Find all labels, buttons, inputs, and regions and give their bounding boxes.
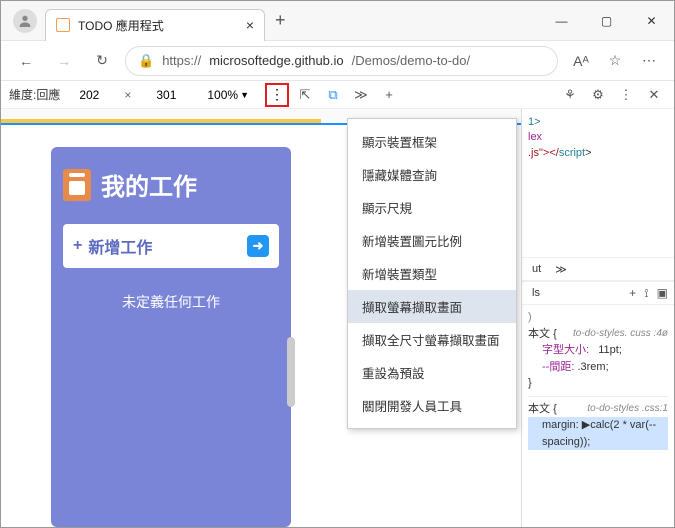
issues-icon[interactable]: ⚘ <box>558 83 582 107</box>
popout-icon[interactable]: ▣ <box>657 286 668 301</box>
add-task-field[interactable]: + 新增工作 ➜ <box>63 224 279 268</box>
device-viewport: 我的工作 + 新增工作 ➜ 未定義任何工作 <box>1 127 341 527</box>
styles-label[interactable]: ls <box>528 285 544 301</box>
menu-item-show-rulers[interactable]: 顯示尺規 <box>348 191 516 224</box>
new-tab-button[interactable]: + <box>265 10 296 31</box>
url-host: microsoftedge.github.io <box>209 53 343 68</box>
url-scheme: https:// <box>162 53 201 68</box>
styles-pane[interactable]: ) 本文 {to-do-styles. cuss :4ø 字型大小: 11pt;… <box>522 305 674 454</box>
tab-favicon <box>56 18 70 32</box>
menu-item-capture-full-screenshot[interactable]: 擷取全尺寸螢幕擷取畫面 <box>348 323 516 356</box>
app-header: 我的工作 <box>63 167 279 202</box>
code-frag: script <box>559 147 585 159</box>
zoom-value[interactable]: 100% <box>207 88 238 102</box>
prop-value[interactable]: .3rem; <box>577 361 608 373</box>
menu-item-hide-media-queries[interactable]: 隱藏媒體查詢 <box>348 158 516 191</box>
zoom-caret-icon[interactable]: ▼ <box>240 90 249 100</box>
close-window-button[interactable]: ✕ <box>629 1 674 41</box>
titlebar: TODO 應用程式 × + — ▢ ✕ <box>1 1 674 41</box>
dimension-separator: × <box>118 88 137 102</box>
tab-close-icon[interactable]: × <box>246 17 254 33</box>
add-tab-icon[interactable]: + <box>377 83 401 107</box>
prop-value[interactable]: 11pt; <box>598 344 622 356</box>
menu-item-show-device-frame[interactable]: 顯示裝置框架 <box>348 125 516 158</box>
favorite-icon[interactable]: ☆ <box>600 46 630 76</box>
back-button[interactable]: ← <box>11 46 41 76</box>
selector: 本文 <box>528 328 550 340</box>
profile-avatar[interactable] <box>13 9 37 33</box>
url-path: /Demos/demo-to-do/ <box>352 53 471 68</box>
code-frag: lex <box>528 131 542 143</box>
url-field[interactable]: 🔒 https:// microsoftedge.github.io/Demos/… <box>125 46 558 76</box>
tab-label[interactable]: ut <box>528 261 545 277</box>
add-task-label: 新增工作 <box>88 234 152 258</box>
maximize-button[interactable]: ▢ <box>584 1 629 41</box>
devtools-panel: 1> lex .js"></script> ut ≫ ls + ⟟ ▣ ) 本文… <box>521 109 674 527</box>
reload-button[interactable]: ↻ <box>87 46 117 76</box>
app-title: 我的工作 <box>101 167 197 202</box>
prop-name: 字型大小: <box>542 344 589 356</box>
content-area: 我的工作 + 新增工作 ➜ 未定義任何工作 顯示裝置框架 隱藏媒體查詢 顯示尺規… <box>1 109 674 527</box>
width-input[interactable] <box>64 85 114 105</box>
menu-item-capture-screenshot[interactable]: 擷取螢幕擷取畫面 <box>348 290 516 323</box>
window-controls: — ▢ ✕ <box>539 1 674 41</box>
read-aloud-icon[interactable]: Aᴬ <box>566 46 596 76</box>
elements-code[interactable]: 1> lex .js"></script> <box>522 109 674 167</box>
media-query-bar[interactable] <box>1 119 321 123</box>
tab-chevron-icon[interactable]: ≫ <box>551 261 571 278</box>
settings-icon[interactable]: ⚙ <box>586 83 610 107</box>
lock-icon: 🔒 <box>138 53 154 69</box>
browser-tab[interactable]: TODO 應用程式 × <box>45 9 265 41</box>
devtools-close-icon[interactable]: ✕ <box>642 83 666 107</box>
clipboard-icon <box>63 169 91 201</box>
code-frag: > <box>585 147 591 159</box>
address-bar: ← → ↻ 🔒 https:// microsoftedge.github.io /… <box>1 41 674 81</box>
styles-toolbar: ut ≫ <box>522 257 674 281</box>
more-tabs-icon[interactable]: ≫ <box>349 83 373 107</box>
prop-line[interactable]: margin: ▶calc(2 * var(--spacing)); <box>542 419 656 448</box>
height-input[interactable] <box>141 85 191 105</box>
code-frag: 1> <box>528 116 541 128</box>
source-file[interactable]: to-do-styles .css:1 <box>587 401 668 416</box>
device-options-menu: 顯示裝置框架 隱藏媒體查詢 顯示尺規 新增裝置圖元比例 新增裝置類型 擷取螢幕擷… <box>347 118 517 429</box>
styles-toolbar-2: ls + ⟟ ▣ <box>522 281 674 305</box>
screencast-icon[interactable]: ⇱ <box>293 83 317 107</box>
device-toolbar: 維度:回應 × 100% ▼ ⋮ ⇱ ⧉ ≫ + ⚘ ⚙ ⋮ ✕ <box>1 81 674 109</box>
menu-item-close-devtools[interactable]: 關閉開發人員工具 <box>348 389 516 422</box>
todo-app: 我的工作 + 新增工作 ➜ 未定義任何工作 <box>51 147 291 527</box>
selector: 本文 <box>528 403 550 415</box>
plus-icon: + <box>73 237 82 255</box>
tab-title: TODO 應用程式 <box>78 17 164 34</box>
minimize-button[interactable]: — <box>539 1 584 41</box>
menu-item-reset-defaults[interactable]: 重設為預設 <box>348 356 516 389</box>
prop-name: --間距: <box>542 361 574 373</box>
device-more-button[interactable]: ⋮ <box>265 83 289 107</box>
new-style-icon[interactable]: + <box>629 286 636 301</box>
browser-more-icon[interactable]: ⋯ <box>634 46 664 76</box>
menu-item-add-dpr[interactable]: 新增裝置圖元比例 <box>348 224 516 257</box>
brush-icon[interactable]: ⟟ <box>644 286 648 301</box>
submit-task-button[interactable]: ➜ <box>247 235 269 257</box>
forward-button: → <box>49 46 79 76</box>
source-file[interactable]: to-do-styles. cuss :4ø <box>573 326 668 341</box>
menu-item-add-device-type[interactable]: 新增裝置類型 <box>348 257 516 290</box>
devtools-more-icon[interactable]: ⋮ <box>614 83 638 107</box>
toggle-device-icon[interactable]: ⧉ <box>321 83 345 107</box>
empty-state-text: 未定義任何工作 <box>63 292 279 312</box>
dimensions-label[interactable]: 維度:回應 <box>9 86 60 103</box>
scrollbar[interactable] <box>287 337 295 407</box>
code-frag: .js"></ <box>528 147 559 159</box>
